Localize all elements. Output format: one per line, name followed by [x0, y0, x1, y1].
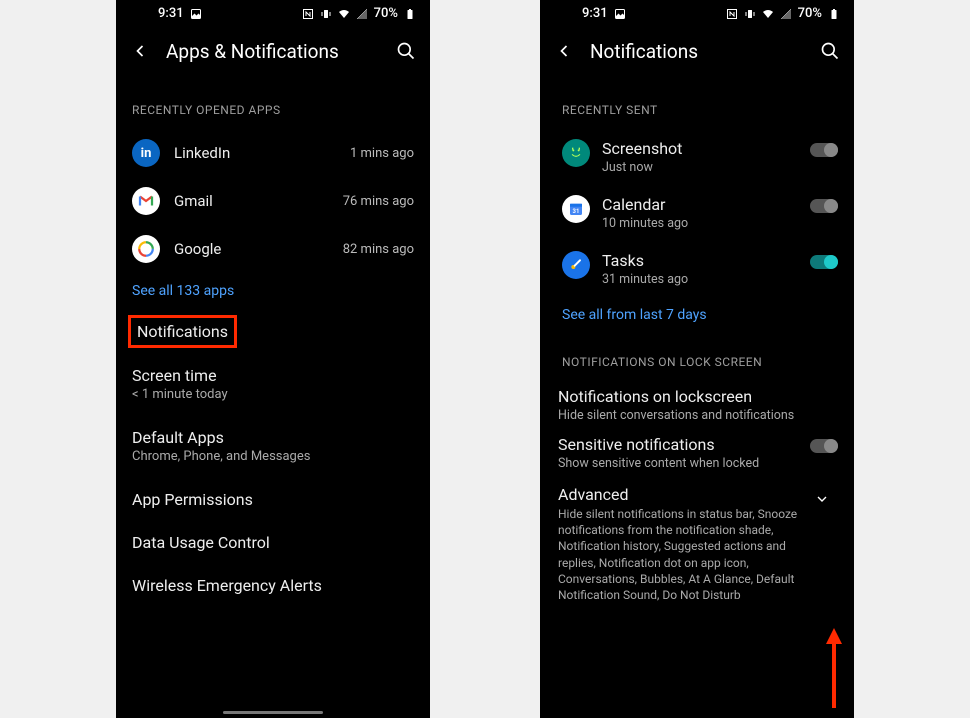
content-area: RECENTLY SENT Screenshot Just now 31 Cal…	[540, 75, 854, 718]
notif-time: 10 minutes ago	[602, 216, 798, 231]
battery-icon	[404, 8, 416, 20]
toggle-screenshot[interactable]	[810, 143, 838, 157]
see-all-apps-link[interactable]: See all 133 apps	[128, 273, 418, 309]
back-button[interactable]	[128, 39, 152, 63]
section-lockscreen: NOTIFICATIONS ON LOCK SCREEN	[562, 355, 836, 369]
recent-notif-row[interactable]: 31 Calendar 10 minutes ago	[558, 185, 840, 241]
recent-notif-row[interactable]: Tasks 31 minutes ago	[558, 241, 840, 297]
signal-icon	[780, 8, 792, 20]
gmail-icon	[132, 187, 160, 215]
notif-time: Just now	[602, 160, 798, 175]
toggle-calendar[interactable]	[810, 199, 838, 213]
page-title: Apps & Notifications	[166, 40, 380, 63]
section-recent-apps: RECENTLY OPENED APPS	[132, 103, 414, 117]
nav-handle[interactable]	[223, 711, 323, 714]
sensitive-notif-item[interactable]: Sensitive notifications Show sensitive c…	[558, 429, 840, 477]
highlight-annotation: Notifications	[128, 315, 237, 348]
screenshot-icon	[562, 139, 590, 167]
status-bar: 9:31 70%	[540, 0, 854, 25]
recent-notif-row[interactable]: Screenshot Just now	[558, 129, 840, 185]
recent-app-row[interactable]: in LinkedIn 1 mins ago	[128, 129, 418, 177]
content-area: RECENTLY OPENED APPS in LinkedIn 1 mins …	[116, 75, 430, 707]
menu-data-usage[interactable]: Data Usage Control	[128, 521, 418, 564]
chevron-down-icon[interactable]	[810, 487, 834, 511]
search-button[interactable]	[394, 39, 418, 63]
nfc-icon	[302, 8, 314, 20]
status-time: 9:31	[582, 6, 608, 21]
notif-name: Tasks	[602, 251, 798, 270]
image-icon	[614, 8, 626, 20]
advanced-item[interactable]: Advanced Hide silent notifications in st…	[558, 477, 840, 603]
battery-text: 70%	[798, 6, 822, 21]
linkedin-icon: in	[132, 139, 160, 167]
signal-icon	[356, 8, 368, 20]
wifi-icon	[762, 8, 774, 20]
menu-wireless-alerts[interactable]: Wireless Emergency Alerts	[128, 564, 418, 607]
back-button[interactable]	[552, 39, 576, 63]
battery-icon	[828, 8, 840, 20]
svg-text:31: 31	[573, 208, 580, 215]
toggle-tasks[interactable]	[810, 255, 838, 269]
app-name: LinkedIn	[174, 144, 336, 162]
section-recently-sent: RECENTLY SENT	[562, 103, 836, 117]
status-bar: 9:31 70%	[116, 0, 430, 25]
calendar-icon: 31	[562, 195, 590, 223]
image-icon	[190, 8, 202, 20]
menu-screen-time[interactable]: Screen time < 1 minute today	[128, 354, 418, 416]
app-name: Gmail	[174, 192, 329, 210]
recent-app-row[interactable]: Gmail 76 mins ago	[128, 177, 418, 225]
page-title: Notifications	[590, 40, 804, 63]
notif-lockscreen-item[interactable]: Notifications on lockscreen Hide silent …	[558, 381, 840, 429]
battery-text: 70%	[374, 6, 398, 21]
app-time: 1 mins ago	[350, 146, 414, 161]
toggle-sensitive[interactable]	[810, 439, 838, 453]
menu-default-apps[interactable]: Default Apps Chrome, Phone, and Messages	[128, 416, 418, 478]
google-icon	[132, 235, 160, 263]
status-time: 9:31	[158, 6, 184, 21]
nfc-icon	[726, 8, 738, 20]
header: Apps & Notifications	[116, 25, 430, 75]
app-name: Google	[174, 240, 329, 258]
app-time: 76 mins ago	[343, 194, 414, 209]
search-button[interactable]	[818, 39, 842, 63]
vibrate-icon	[320, 8, 332, 20]
notif-time: 31 minutes ago	[602, 272, 798, 287]
tasks-icon	[562, 251, 590, 279]
phone-right: 9:31 70% Notifications RECENTLY SENT	[540, 0, 854, 718]
vibrate-icon	[744, 8, 756, 20]
see-all-7days-link[interactable]: See all from last 7 days	[558, 297, 840, 333]
phone-left: 9:31 70% Apps & Notifications RECENTLY O…	[116, 0, 430, 718]
menu-app-permissions[interactable]: App Permissions	[128, 478, 418, 521]
notif-name: Calendar	[602, 195, 798, 214]
header: Notifications	[540, 25, 854, 75]
arrow-annotation	[824, 628, 844, 708]
recent-app-row[interactable]: Google 82 mins ago	[128, 225, 418, 273]
app-time: 82 mins ago	[343, 242, 414, 257]
notif-name: Screenshot	[602, 139, 798, 158]
menu-notifications[interactable]: Notifications	[128, 309, 418, 354]
wifi-icon	[338, 8, 350, 20]
